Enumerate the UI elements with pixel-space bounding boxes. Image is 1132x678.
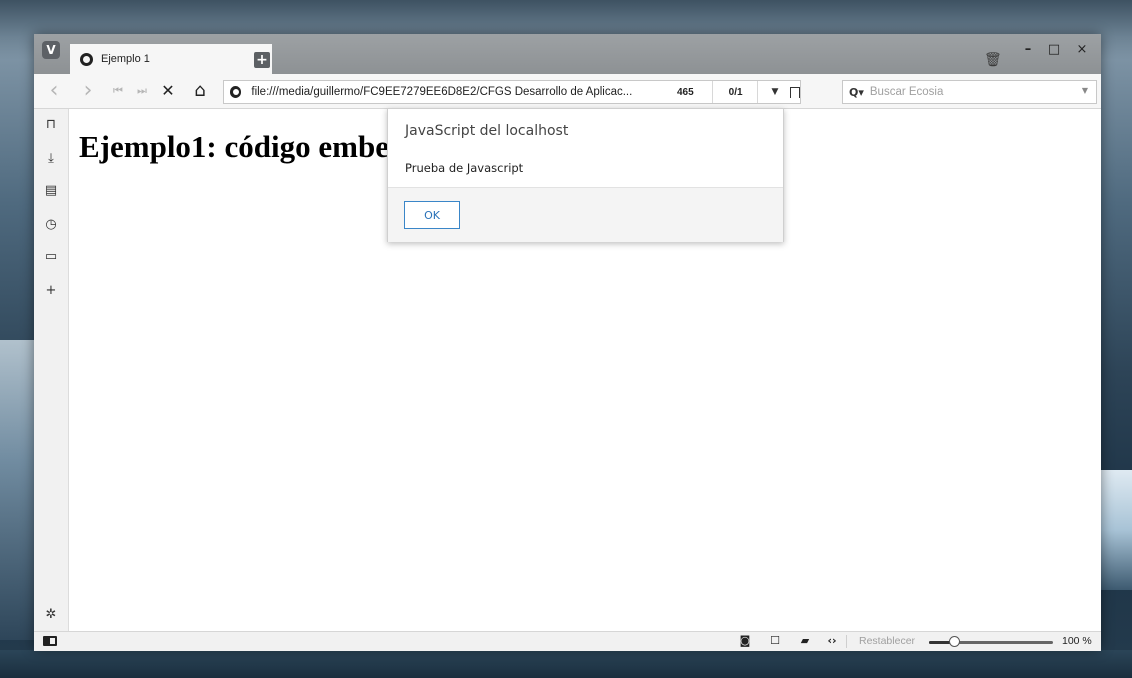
- browser-window: V Ejemplo 1 + 🗑 – □ × ‹ › ⏮ ⏭ ✕ ⌂ file:/…: [34, 34, 1101, 651]
- tab-title: Ejemplo 1: [101, 53, 150, 65]
- chevron-down-icon[interactable]: ▼: [1082, 86, 1088, 95]
- globe-icon: [80, 52, 93, 66]
- camera-icon[interactable]: ◙: [737, 634, 753, 648]
- chevron-down-icon[interactable]: ▼: [772, 87, 779, 97]
- address-bar[interactable]: file:///media/guillermo/FC9EE7279EE6D8E2…: [223, 80, 801, 104]
- downloads-icon[interactable]: ⤓: [41, 149, 61, 169]
- dialog-message: Prueba de Javascript: [405, 161, 524, 175]
- settings-icon[interactable]: ✲: [41, 605, 61, 625]
- address-bar-row: ‹ › ⏮ ⏭ ✕ ⌂ file:///media/guillermo/FC9E…: [34, 74, 1101, 109]
- reset-zoom-button[interactable]: Restablecer: [859, 635, 915, 647]
- url-divider: [756, 81, 758, 103]
- stop-icon[interactable]: ✕: [158, 81, 178, 101]
- image-icon[interactable]: ▰: [797, 634, 813, 648]
- close-button[interactable]: ×: [1072, 42, 1092, 58]
- tiling-icon[interactable]: ☐: [767, 634, 783, 648]
- url-pager: 0/1: [728, 86, 743, 98]
- side-panel: ⊓ ⤓ ▤ ◷ ▭ + ✲: [34, 109, 69, 631]
- dialog-title: JavaScript del localhost: [405, 123, 569, 139]
- notes-icon[interactable]: ▤: [41, 181, 61, 201]
- zoom-level: 100 %: [1062, 635, 1092, 647]
- forward-icon[interactable]: ›: [78, 80, 98, 102]
- rewind-icon[interactable]: ⏮: [108, 81, 128, 101]
- fastforward-icon[interactable]: ⏭: [132, 81, 152, 101]
- zoom-slider[interactable]: [929, 636, 1053, 647]
- trash-icon[interactable]: 🗑: [984, 52, 1002, 68]
- search-icon[interactable]: Q▾: [849, 86, 864, 99]
- new-tab-button[interactable]: +: [254, 52, 270, 68]
- tab-ejemplo-1[interactable]: Ejemplo 1: [70, 44, 272, 74]
- ok-button[interactable]: OK: [404, 201, 460, 229]
- wallpaper-water: [0, 650, 1132, 678]
- page-title: Ejemplo1: código embe: [79, 129, 389, 164]
- minimize-button[interactable]: –: [1018, 42, 1038, 58]
- search-field[interactable]: Q▾ Buscar Ecosia ▼: [842, 80, 1097, 104]
- bookmarks-icon[interactable]: ⊓: [41, 115, 61, 135]
- vivaldi-logo-icon[interactable]: V: [42, 41, 60, 59]
- search-placeholder: Buscar Ecosia: [869, 86, 944, 98]
- url-divider: [711, 81, 713, 103]
- back-icon[interactable]: ‹: [44, 80, 64, 102]
- status-bar: ◙ ☐ ▰ ‹› Restablecer 100 %: [34, 631, 1101, 651]
- javascript-alert-dialog: JavaScript del localhost Prueba de Javas…: [387, 108, 784, 242]
- status-divider: [846, 635, 847, 648]
- bookmark-icon[interactable]: [790, 86, 800, 98]
- maximize-button[interactable]: □: [1044, 42, 1064, 58]
- add-panel-icon[interactable]: +: [41, 281, 61, 301]
- history-icon[interactable]: ◷: [41, 215, 61, 235]
- url-text[interactable]: file:///media/guillermo/FC9EE7279EE6D8E2…: [251, 86, 659, 98]
- code-icon[interactable]: ‹›: [824, 634, 840, 648]
- zoom-slider-thumb[interactable]: [948, 636, 960, 647]
- tab-bar: V Ejemplo 1 + 🗑 – □ ×: [34, 34, 1101, 74]
- home-icon[interactable]: ⌂: [190, 81, 210, 101]
- dialog-footer: OK: [388, 187, 783, 242]
- window-icon[interactable]: ▭: [41, 247, 61, 267]
- url-count: 465: [677, 86, 694, 98]
- panel-toggle-icon[interactable]: [43, 636, 57, 646]
- site-info-icon[interactable]: [230, 86, 242, 98]
